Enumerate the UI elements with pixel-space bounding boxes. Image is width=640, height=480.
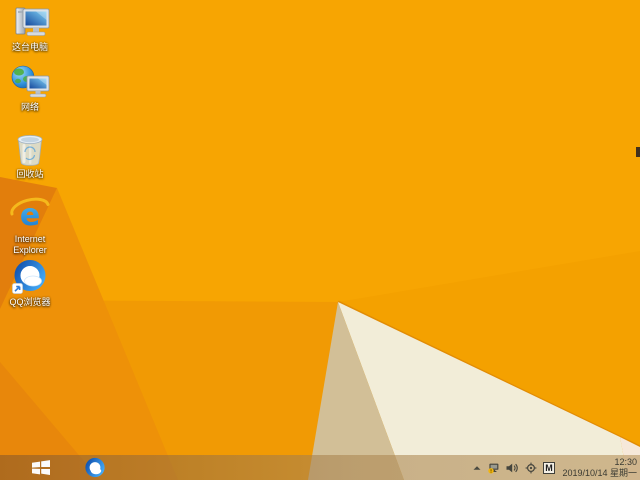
internet-explorer-icon: e	[10, 196, 50, 232]
desktop-icon-label: 这台电脑	[11, 42, 48, 52]
input-method-indicator[interactable]: M	[543, 461, 555, 474]
desktop-icon-recycle-bin[interactable]: 回收站	[1, 131, 59, 180]
desktop-icon-internet-explorer[interactable]: e Internet Explorer	[1, 196, 59, 256]
desktop-icon-this-pc[interactable]: 这台电脑	[1, 4, 59, 53]
screen-edge-marker	[636, 147, 640, 157]
taskbar-qq-browser-button[interactable]	[82, 456, 108, 480]
network-warning-icon	[488, 463, 499, 473]
desktop[interactable]: 这台电脑 网络 回收站 e Internet Explorer QQ浏览器 M …	[0, 0, 640, 480]
volume-button[interactable]	[506, 462, 519, 474]
qq-browser-icon	[12, 259, 48, 295]
start-button[interactable]	[26, 455, 56, 480]
this-pc-icon	[10, 4, 50, 40]
network-icon	[10, 64, 50, 100]
desktop-icon-qq-browser[interactable]: QQ浏览器	[1, 259, 59, 308]
system-tray: M	[472, 455, 555, 480]
windows-logo-icon	[32, 460, 50, 475]
desktop-icon-label: QQ浏览器	[9, 297, 51, 307]
network-status-button[interactable]	[488, 462, 500, 474]
wallpaper	[0, 0, 640, 480]
tray-app-button[interactable]	[525, 462, 537, 474]
desktop-icon-label: 回收站	[16, 169, 44, 179]
desktop-icon-label: 网络	[20, 102, 39, 112]
clock-date: 2019/10/14 星期一	[562, 467, 637, 478]
recycle-bin-icon	[15, 131, 45, 167]
qq-browser-icon	[85, 457, 105, 478]
taskbar: M 12:30 2019/10/14 星期一	[0, 455, 640, 480]
taskbar-clock[interactable]: 12:30 2019/10/14 星期一	[562, 457, 637, 479]
speaker-icon	[506, 463, 518, 472]
desktop-icon-label: Internet Explorer	[13, 234, 47, 255]
show-hidden-icons-button[interactable]	[472, 463, 482, 473]
chevron-up-icon	[473, 465, 481, 470]
clock-time: 12:30	[614, 456, 637, 467]
target-crosshair-icon	[525, 462, 537, 473]
desktop-icon-network[interactable]: 网络	[1, 64, 59, 113]
